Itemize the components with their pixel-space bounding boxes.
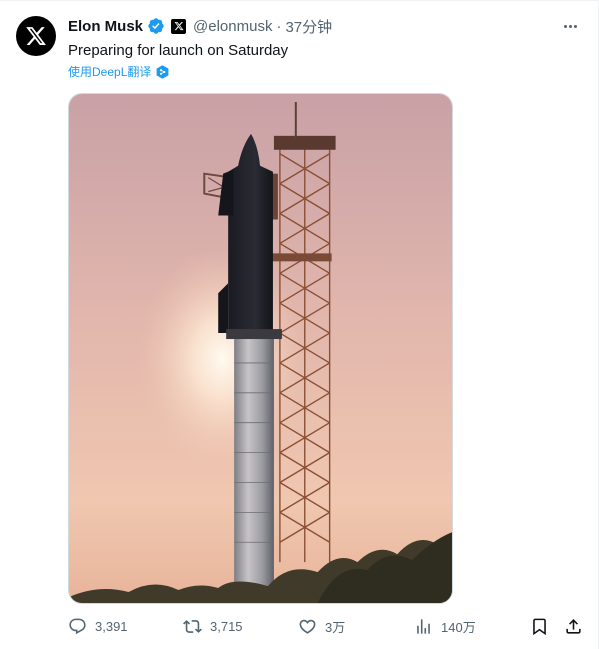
views-button[interactable]: 140万 xyxy=(414,617,476,636)
more-icon[interactable] xyxy=(560,18,580,34)
author-handle[interactable]: @elonmusk xyxy=(193,18,272,35)
author-name[interactable]: Elon Musk xyxy=(68,18,143,35)
deepl-icon xyxy=(156,64,169,79)
translate-label: 使用DeepL翻译 xyxy=(68,65,152,79)
tweet[interactable]: Elon Musk @elonmusk · 37分钟 Preparing for… xyxy=(0,0,599,649)
like-button[interactable]: 3万 xyxy=(298,617,345,636)
x-logo-icon xyxy=(26,27,46,45)
views-count: 140万 xyxy=(441,620,476,635)
share-icon xyxy=(566,619,581,634)
reply-icon xyxy=(69,618,86,635)
retweet-icon xyxy=(183,620,202,633)
tweet-photo[interactable] xyxy=(68,93,453,604)
bookmark-icon xyxy=(533,618,546,636)
like-count: 3万 xyxy=(325,620,346,635)
translate-link[interactable]: 使用DeepL翻译 xyxy=(68,63,169,80)
x-affiliate-icon[interactable] xyxy=(171,18,187,34)
bookmark-button[interactable] xyxy=(530,617,549,636)
reply-count: 3,391 xyxy=(95,619,128,634)
retweet-button[interactable]: 3,715 xyxy=(183,617,243,636)
retweet-count: 3,715 xyxy=(210,619,243,634)
header-separator: · xyxy=(276,17,282,35)
share-button[interactable] xyxy=(564,617,583,636)
like-icon xyxy=(299,619,316,634)
tweet-text: Preparing for launch on Saturday xyxy=(68,42,289,59)
views-icon xyxy=(417,619,430,634)
tweet-actions: 3,391 3,715 3万 140万 xyxy=(68,617,588,639)
tweet-time[interactable]: 37分钟 xyxy=(285,16,332,37)
verified-badge-icon[interactable] xyxy=(147,17,165,35)
tweet-header: Elon Musk @elonmusk · 37分钟 xyxy=(68,15,332,37)
reply-button[interactable]: 3,391 xyxy=(68,617,128,636)
starship-launch-photo xyxy=(69,94,452,603)
avatar[interactable] xyxy=(16,16,56,56)
